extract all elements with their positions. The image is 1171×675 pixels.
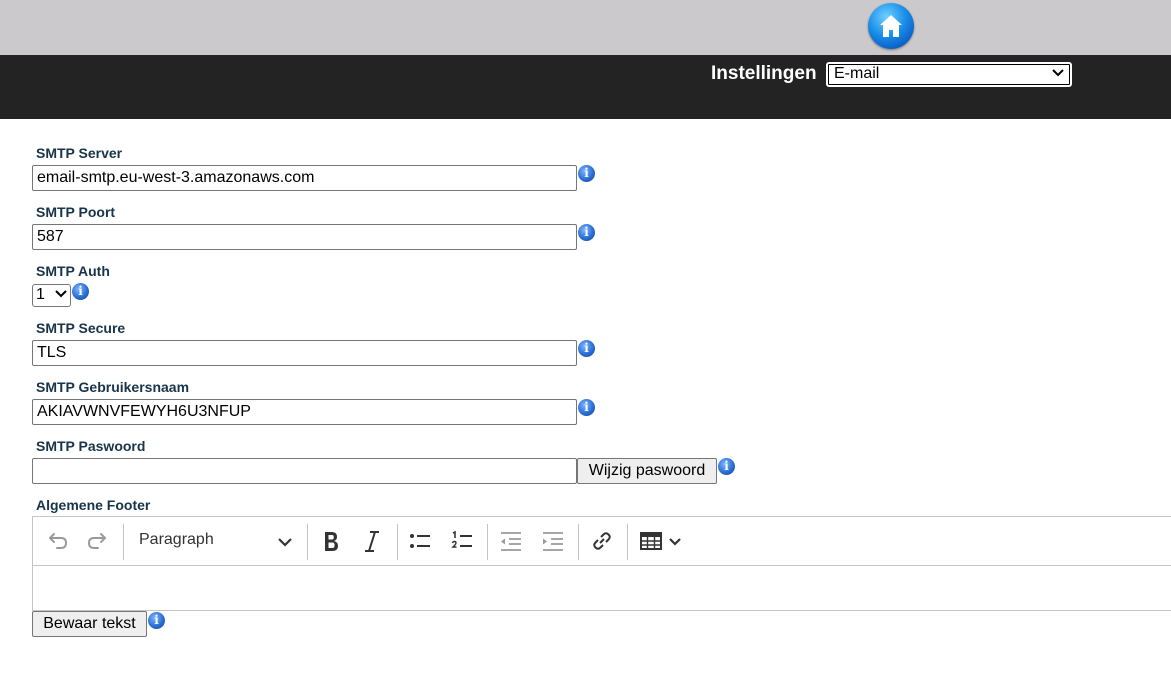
top-bar [0,0,1171,55]
bulleted-list-button[interactable] [406,527,434,555]
toolbar-separator [627,524,628,560]
settings-category-select[interactable]: E-mail [826,62,1072,87]
redo-icon [87,533,106,549]
smtp-secure-input[interactable]: TLS [32,340,577,366]
info-icon[interactable]: i [578,224,595,241]
smtp-server-label: SMTP Server [36,145,123,161]
table-icon [640,532,662,550]
link-button[interactable] [588,527,616,555]
insert-table-button[interactable] [637,527,665,555]
toolbar-separator [578,524,579,560]
toolbar-separator [307,524,308,560]
paragraph-style-dropdown[interactable]: Paragraph [139,531,214,549]
settings-title: Instellingen [711,63,817,84]
smtp-username-label: SMTP Gebruikersnaam [36,379,190,395]
bold-button[interactable] [317,527,345,555]
info-icon[interactable]: i [148,612,165,629]
link-icon [593,532,611,550]
smtp-password-input[interactable] [32,458,577,484]
info-icon[interactable]: i [578,340,595,357]
footer-label: Algemene Footer [36,497,151,513]
outdent-button[interactable] [497,527,525,555]
home-icon [880,15,902,37]
redo-button[interactable] [84,527,112,555]
smtp-auth-value: 1 [36,286,45,303]
numbered-list-icon [451,530,472,548]
smtp-auth-label: SMTP Auth [36,263,110,279]
info-icon[interactable]: i [72,283,89,300]
chevron-down-icon [1052,69,1064,77]
indent-icon [543,532,563,551]
info-icon[interactable]: i [718,458,735,475]
chevron-down-icon [669,538,681,546]
footer-editor-content[interactable] [33,567,1171,611]
bold-icon [325,532,338,551]
undo-button[interactable] [43,527,71,555]
home-button[interactable] [868,3,914,49]
smtp-username-input[interactable]: AKIAVWNVFEWYH6U3NFUP [32,399,577,425]
numbered-list-button[interactable] [448,527,476,555]
outdent-icon [501,532,521,551]
footer-editor: Paragraph [32,516,1171,611]
italic-button[interactable] [358,527,386,555]
smtp-server-input[interactable]: email-smtp.eu-west-3.amazonaws.com [32,165,577,191]
bulleted-list-icon [410,534,430,548]
save-text-button[interactable]: Bewaar tekst [32,611,147,637]
chevron-down-icon [278,538,292,547]
smtp-password-label: SMTP Paswoord [36,438,146,454]
italic-icon [365,531,379,552]
paragraph-style-label: Paragraph [139,531,214,548]
indent-button[interactable] [539,527,567,555]
smtp-auth-select[interactable]: 1 [32,284,71,307]
smtp-secure-label: SMTP Secure [36,320,126,336]
table-dropdown-toggle[interactable] [665,527,685,555]
toolbar-separator [123,524,124,560]
toolbar-separator [487,524,488,560]
change-password-button[interactable]: Wijzig paswoord [577,458,717,484]
undo-icon [49,533,68,549]
settings-category-value: E-mail [834,65,880,82]
info-icon[interactable]: i [578,399,595,416]
editor-toolbar: Paragraph [33,517,1171,566]
chevron-down-icon [55,290,67,298]
smtp-port-input[interactable]: 587 [32,224,577,250]
smtp-port-label: SMTP Poort [36,204,116,220]
paragraph-dropdown-toggle[interactable] [271,527,299,555]
toolbar-separator [397,524,398,560]
info-icon[interactable]: i [578,165,595,182]
